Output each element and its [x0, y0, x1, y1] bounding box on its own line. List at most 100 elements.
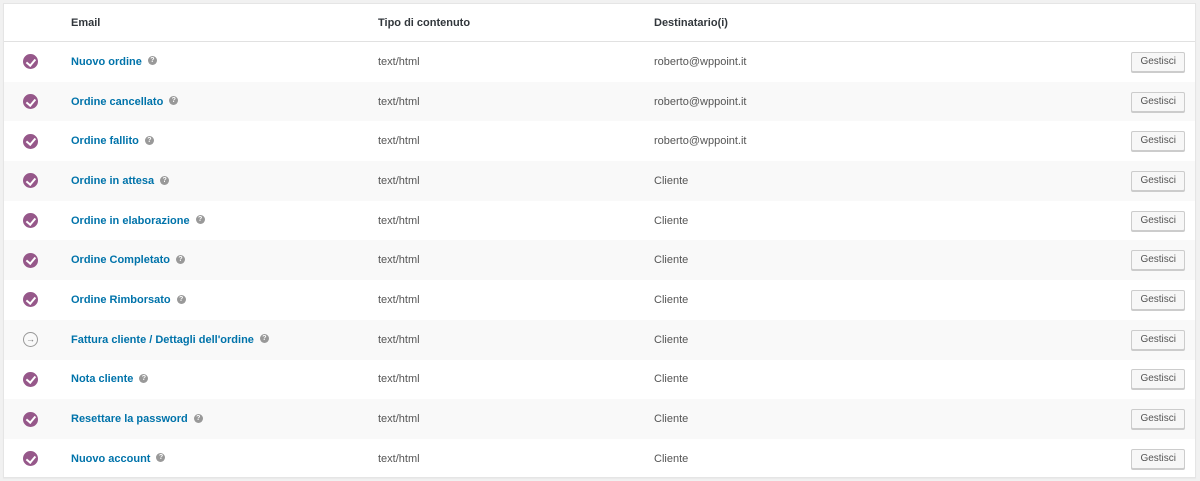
email-name-link[interactable]: Ordine Rimborsato [71, 294, 171, 306]
email-name-cell: Ordine fallito? [71, 121, 378, 161]
manage-button[interactable]: Gestisci [1131, 369, 1185, 390]
recipient-text: Cliente [654, 254, 689, 267]
help-icon[interactable]: ? [176, 254, 186, 264]
status-cell [4, 81, 71, 122]
help-icon[interactable]: ? [144, 135, 154, 145]
header-recipients: Destinatario(i) [654, 4, 1055, 42]
header-content-type: Tipo di contenuto [378, 4, 654, 42]
recipient-text: roberto@wppoint.it [654, 55, 747, 68]
table-header-row: Email Tipo di contenuto Destinatario(i) [4, 4, 1195, 42]
email-name-link[interactable]: Resettare la password [71, 413, 188, 425]
content-type-cell: text/html [378, 399, 654, 439]
recipient-text: roberto@wppoint.it [654, 95, 747, 108]
action-cell: Gestisci [1055, 439, 1195, 479]
content-type-cell: text/html [378, 201, 654, 241]
manage-button[interactable]: Gestisci [1131, 448, 1185, 469]
manage-button[interactable]: Gestisci [1131, 250, 1185, 271]
status-cell: → [4, 319, 71, 360]
action-cell: Gestisci [1055, 201, 1195, 241]
check-circle-icon [23, 94, 38, 110]
table-row: Resettare la password? text/html Cliente… [4, 399, 1195, 439]
recipient-cell: Cliente [654, 319, 1055, 360]
recipient-text: Cliente [654, 413, 689, 426]
recipient-cell: roberto@wppoint.it [654, 121, 1055, 161]
table-row: Ordine cancellato? text/html roberto@wpp… [4, 81, 1195, 122]
email-name-link[interactable]: Ordine cancellato [71, 96, 163, 108]
recipient-text: Cliente [654, 333, 689, 346]
check-circle-icon [23, 173, 38, 189]
manage-button[interactable]: Gestisci [1131, 210, 1185, 231]
content-type-text: text/html [378, 95, 420, 108]
recipient-cell: Cliente [654, 280, 1055, 320]
table-row: Ordine Rimborsato? text/html Cliente Ges… [4, 280, 1195, 320]
recipient-cell: roberto@wppoint.it [654, 42, 1055, 82]
emails-table: Email Tipo di contenuto Destinatario(i) … [4, 4, 1195, 479]
check-circle-icon [23, 411, 38, 427]
content-type-text: text/html [378, 174, 420, 187]
help-icon[interactable]: ? [259, 334, 269, 344]
manual-arrow-circle-icon: → [23, 332, 38, 348]
content-type-cell: text/html [378, 240, 654, 281]
manage-button[interactable]: Gestisci [1131, 329, 1185, 350]
table-body: Nuovo ordine? text/html roberto@wppoint.… [4, 42, 1195, 479]
email-name-cell: Fattura cliente / Dettagli dell'ordine? [71, 319, 378, 360]
email-name-cell: Resettare la password? [71, 399, 378, 439]
help-icon[interactable]: ? [193, 413, 203, 423]
email-name-link[interactable]: Ordine in elaborazione [71, 215, 190, 227]
content-type-cell: text/html [378, 42, 654, 82]
content-type-cell: text/html [378, 121, 654, 161]
status-cell [4, 360, 71, 400]
recipient-cell: Cliente [654, 201, 1055, 241]
manage-button[interactable]: Gestisci [1131, 289, 1185, 310]
help-icon[interactable]: ? [147, 56, 157, 66]
recipient-text: Cliente [654, 214, 689, 227]
content-type-cell: text/html [378, 280, 654, 320]
help-icon[interactable]: ? [160, 175, 170, 185]
recipient-text: Cliente [654, 293, 689, 306]
email-name-link[interactable]: Ordine fallito [71, 135, 139, 147]
email-name-cell: Ordine Completato? [71, 240, 378, 281]
email-name-link[interactable]: Ordine Completato [71, 254, 170, 266]
table-row: Nota cliente? text/html Cliente Gestisci [4, 360, 1195, 400]
email-name-cell: Nota cliente? [71, 360, 378, 400]
action-cell: Gestisci [1055, 399, 1195, 439]
help-icon[interactable]: ? [169, 96, 179, 106]
check-circle-icon [23, 292, 38, 308]
manage-button[interactable]: Gestisci [1131, 131, 1185, 152]
email-name-link[interactable]: Nota cliente [71, 373, 133, 385]
action-cell: Gestisci [1055, 42, 1195, 82]
email-name-link[interactable]: Ordine in attesa [71, 175, 154, 187]
check-circle-icon [23, 213, 38, 229]
content-type-text: text/html [378, 333, 420, 346]
manage-button[interactable]: Gestisci [1131, 170, 1185, 191]
action-cell: Gestisci [1055, 360, 1195, 400]
content-type-cell: text/html [378, 360, 654, 400]
email-settings-table: Email Tipo di contenuto Destinatario(i) … [3, 3, 1196, 478]
check-circle-icon [23, 54, 38, 70]
manage-button[interactable]: Gestisci [1131, 409, 1185, 430]
manage-button[interactable]: Gestisci [1131, 91, 1185, 112]
recipient-text: roberto@wppoint.it [654, 135, 747, 148]
help-icon[interactable]: ? [139, 373, 149, 383]
recipient-cell: Cliente [654, 240, 1055, 281]
email-name-cell: Ordine cancellato? [71, 81, 378, 122]
email-name-link[interactable]: Nuovo ordine [71, 56, 142, 68]
email-name-link[interactable]: Nuovo account [71, 453, 150, 465]
action-cell: Gestisci [1055, 81, 1195, 122]
check-circle-icon [23, 252, 38, 268]
status-cell [4, 439, 71, 479]
manage-button[interactable]: Gestisci [1131, 51, 1185, 72]
recipient-cell: Cliente [654, 360, 1055, 400]
recipient-cell: Cliente [654, 399, 1055, 439]
email-name-cell: Ordine Rimborsato? [71, 280, 378, 320]
recipient-cell: Cliente [654, 161, 1055, 201]
recipient-cell: roberto@wppoint.it [654, 81, 1055, 122]
table-row: Nuovo account? text/html Cliente Gestisc… [4, 439, 1195, 479]
email-name-link[interactable]: Fattura cliente / Dettagli dell'ordine [71, 334, 254, 346]
help-icon[interactable]: ? [156, 453, 166, 463]
action-cell: Gestisci [1055, 240, 1195, 281]
action-cell: Gestisci [1055, 161, 1195, 201]
help-icon[interactable]: ? [195, 215, 205, 225]
help-icon[interactable]: ? [176, 294, 186, 304]
content-type-text: text/html [378, 254, 420, 267]
